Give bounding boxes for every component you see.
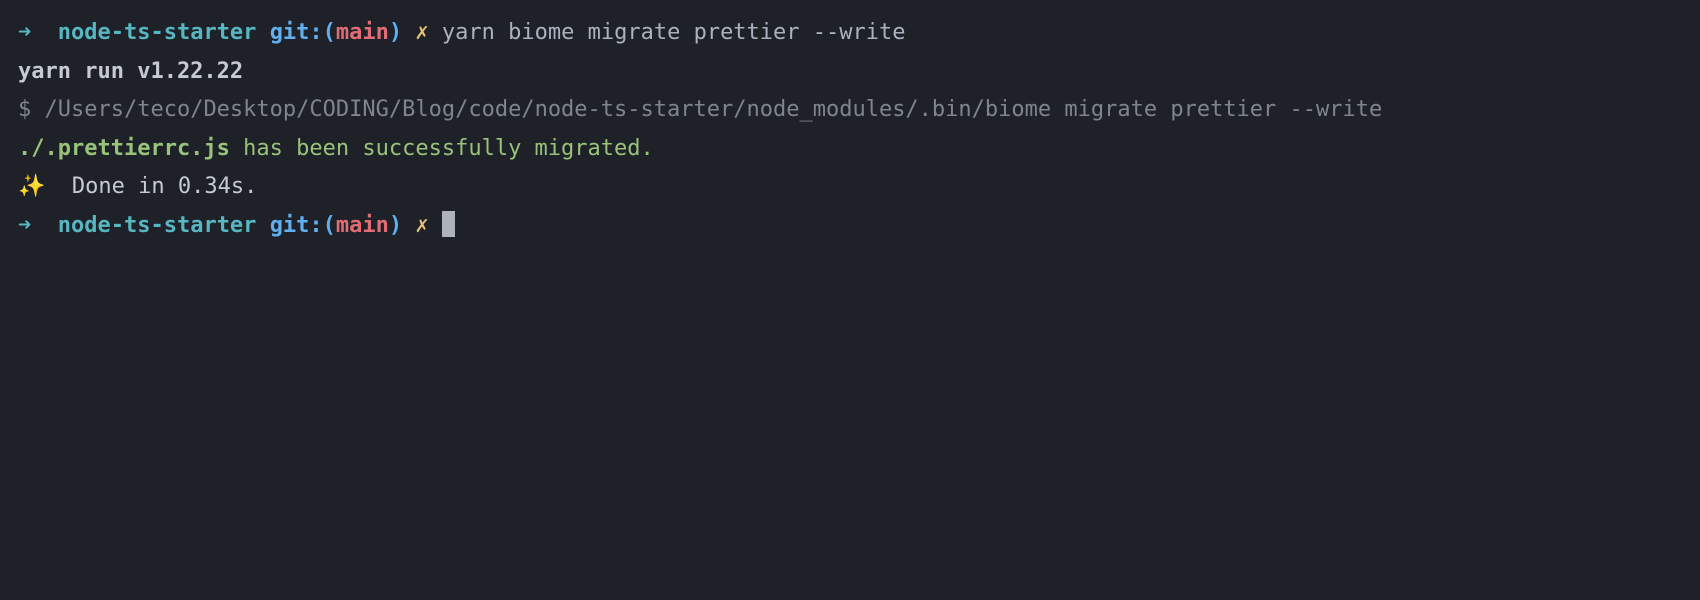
prompt-git-label: git: (270, 213, 323, 238)
prompt-git-label: git: (270, 20, 323, 45)
success-message: has been successfully migrated. (230, 136, 654, 161)
command-args: biome migrate prettier --write (508, 20, 905, 45)
prompt-paren-open: ( (323, 213, 336, 238)
command-yarn: yarn (442, 20, 495, 45)
prompt-git-branch: main (336, 213, 389, 238)
done-message: Done in 0.34s. (72, 174, 257, 199)
terminal-line-yarn-run: yarn run v1.22.22 (18, 53, 1682, 92)
terminal-line-exec: $ /Users/teco/Desktop/CODING/Blog/code/n… (18, 91, 1682, 130)
prompt-cwd: node-ts-starter (58, 213, 257, 238)
exec-dollar: $ (18, 97, 31, 122)
prompt-dirty-marker-icon: ✗ (415, 213, 428, 238)
prompt-arrow-icon: ➜ (18, 213, 31, 238)
terminal-cursor[interactable] (442, 211, 455, 237)
prompt-arrow-icon: ➜ (18, 20, 31, 45)
yarn-run-version: yarn run v1.22.22 (18, 59, 243, 84)
terminal-line-prompt-2[interactable]: ➜ node-ts-starter git:(main) ✗ (18, 207, 1682, 246)
exec-path: /Users/teco/Desktop/CODING/Blog/code/nod… (45, 97, 1383, 122)
prompt-cwd: node-ts-starter (58, 20, 257, 45)
prompt-git-branch: main (336, 20, 389, 45)
success-filename: ./.prettierrc.js (18, 136, 230, 161)
terminal-line-success: ./.prettierrc.js has been successfully m… (18, 130, 1682, 169)
prompt-paren-open: ( (323, 20, 336, 45)
terminal-line-done: ✨ Done in 0.34s. (18, 168, 1682, 207)
sparkle-icon: ✨ (18, 174, 45, 199)
prompt-paren-close: ) (389, 20, 402, 45)
prompt-paren-close: ) (389, 213, 402, 238)
prompt-dirty-marker-icon: ✗ (415, 20, 428, 45)
terminal-line-command-1: ➜ node-ts-starter git:(main) ✗ yarn biom… (18, 14, 1682, 53)
